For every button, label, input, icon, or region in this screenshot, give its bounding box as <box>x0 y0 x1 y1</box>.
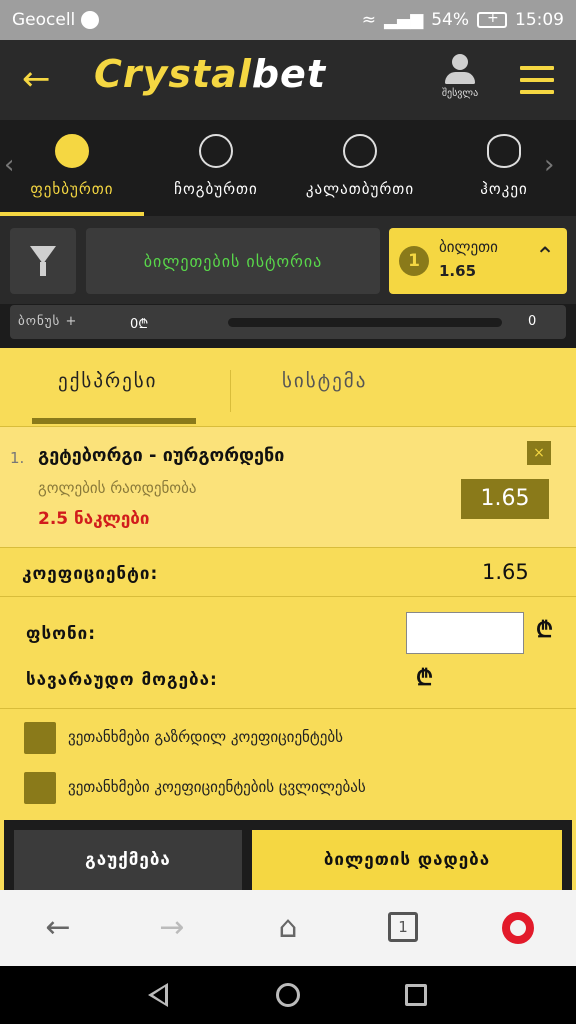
chevron-up-icon: ⌃ <box>535 242 556 270</box>
ticket-toggle-button[interactable]: 1 ბილეთი 1.65 ⌃ <box>389 228 567 294</box>
ticket-history-label: ბილეთების ისტორია <box>143 251 323 271</box>
tab-hockey-label: ჰოკეი <box>480 180 528 198</box>
potential-win-label: სავარაუდო მოგება: <box>26 670 218 690</box>
tennis-ball-icon <box>199 134 233 168</box>
checkbox[interactable] <box>24 722 56 754</box>
android-nav-bar <box>0 966 576 1024</box>
bonus-progress-track <box>228 318 502 327</box>
logo-part2: bet <box>251 52 326 96</box>
tab-tennis-label: ჩოგბურთი <box>174 180 258 198</box>
coefficient-row: კოეფიციენტი: 1.65 <box>0 547 576 597</box>
nav-recents-icon[interactable] <box>405 984 427 1006</box>
bonus-count: 0 <box>528 314 537 329</box>
ticket-label: ბილეთი <box>439 238 498 256</box>
active-slip-tab-indicator <box>32 418 196 424</box>
slip-tabs: ექსპრესი სისტემა <box>0 348 576 427</box>
accept-odds-change-label: ვეთანხმები კოეფიციენტების ცვლილებას <box>68 778 366 796</box>
tab-basketball[interactable]: კალათბურთი <box>288 134 432 198</box>
status-right: ≈ ▂▄▆ 54% 15:09 <box>362 10 564 30</box>
cancel-button[interactable]: გაუქმება <box>14 830 242 890</box>
clock: 15:09 <box>515 10 564 30</box>
nav-home-icon[interactable] <box>276 983 300 1007</box>
home-icon[interactable]: ⌂ <box>268 910 308 946</box>
tab-basketball-label: კალათბურთი <box>305 180 415 198</box>
basketball-icon <box>343 134 377 168</box>
tab-system[interactable]: სისტემა <box>282 370 367 392</box>
accept-higher-odds-label: ვეთანხმები გაზრდილ კოეფიციენტებს <box>68 728 343 746</box>
app-header: ← Crystalbet შესვლა <box>0 40 576 120</box>
login-button[interactable]: შესვლა <box>430 54 490 99</box>
opera-menu-icon[interactable] <box>502 912 534 944</box>
carrier-name: Geocell <box>12 10 76 30</box>
ticket-history-button[interactable]: ბილეთების ისტორია <box>86 228 380 294</box>
coefficient-value: 1.65 <box>482 560 529 584</box>
login-label: შესვლა <box>441 88 479 99</box>
close-icon[interactable]: × <box>527 441 551 465</box>
lari-icon: ₾ <box>416 666 433 691</box>
event-odds: 1.65 <box>461 479 549 519</box>
carrier-group: Geocell <box>12 10 100 30</box>
tabs-icon[interactable]: 1 <box>388 912 418 942</box>
coefficient-label: კოეფიციენტი: <box>22 564 159 584</box>
stake-input[interactable] <box>406 612 524 654</box>
browser-forward-icon[interactable]: → <box>152 910 192 946</box>
event-selection: 2.5 ნაკლები <box>38 509 150 529</box>
accept-higher-odds-row[interactable]: ვეთანხმები გაზრდილ კოეფიციენტებს <box>24 722 564 758</box>
tab-express[interactable]: ექსპრესი <box>58 370 158 392</box>
tab-soccer[interactable]: ფეხბურთი <box>0 134 144 198</box>
logo-part1: Crystal <box>94 52 252 96</box>
place-bet-button[interactable]: ბილეთის დადება <box>252 830 562 890</box>
event-title: გეტებორგი - იურგორდენი <box>38 445 285 466</box>
lari-icon: ₾ <box>536 618 553 643</box>
slip-toolbar: ბილეთების ისტორია 1 ბილეთი 1.65 ⌃ <box>0 216 576 304</box>
wifi-icon: ≈ <box>361 10 376 30</box>
tab-tennis[interactable]: ჩოგბურთი <box>144 134 288 198</box>
stake-label: ფსონი: <box>26 624 97 644</box>
back-arrow-icon[interactable]: ← <box>22 62 51 96</box>
battery-icon <box>477 10 507 28</box>
battery-percent: 54% <box>431 10 469 30</box>
status-bar: Geocell ≈ ▂▄▆ 54% 15:09 <box>0 0 576 40</box>
chevron-right-icon[interactable]: › <box>544 150 554 180</box>
event-number: 1. <box>10 449 25 467</box>
event-market: გოლების რაოდენობა <box>38 479 197 497</box>
bonus-value: 0₾ <box>130 317 149 332</box>
crystalbet-logo[interactable]: Crystalbet <box>94 52 326 96</box>
checkbox[interactable] <box>24 772 56 804</box>
slip-event: 1. გეტებორგი - იურგორდენი გოლების რაოდენ… <box>0 427 576 547</box>
bet-slip-panel: ექსპრესი სისტემა 1. გეტებორგი - იურგორდე… <box>0 348 576 890</box>
accept-odds-change-row[interactable]: ვეთანხმები კოეფიციენტების ცვლილებას <box>24 772 564 808</box>
ticket-count-badge: 1 <box>399 246 429 276</box>
browser-back-icon[interactable]: ← <box>38 910 78 946</box>
menu-icon[interactable] <box>520 66 554 102</box>
browser-toolbar: ← → ⌂ 1 <box>0 890 576 966</box>
hockey-puck-icon <box>487 134 521 168</box>
user-icon <box>430 54 490 84</box>
bonus-label: ბონუს + <box>18 314 78 329</box>
soccer-ball-icon <box>55 134 89 168</box>
signal-icon: ▂▄▆ <box>383 10 424 30</box>
ticket-odds: 1.65 <box>439 262 477 280</box>
tab-soccer-label: ფეხბურთი <box>30 180 114 198</box>
bonus-bar: ბონუს + 0₾ 0 <box>10 305 566 339</box>
messenger-icon <box>81 11 100 29</box>
sports-tabs: ‹ ფეხბურთი ჩოგბურთი კალათბურთი ჰოკეი › <box>0 120 576 216</box>
filter-button[interactable] <box>10 228 76 294</box>
